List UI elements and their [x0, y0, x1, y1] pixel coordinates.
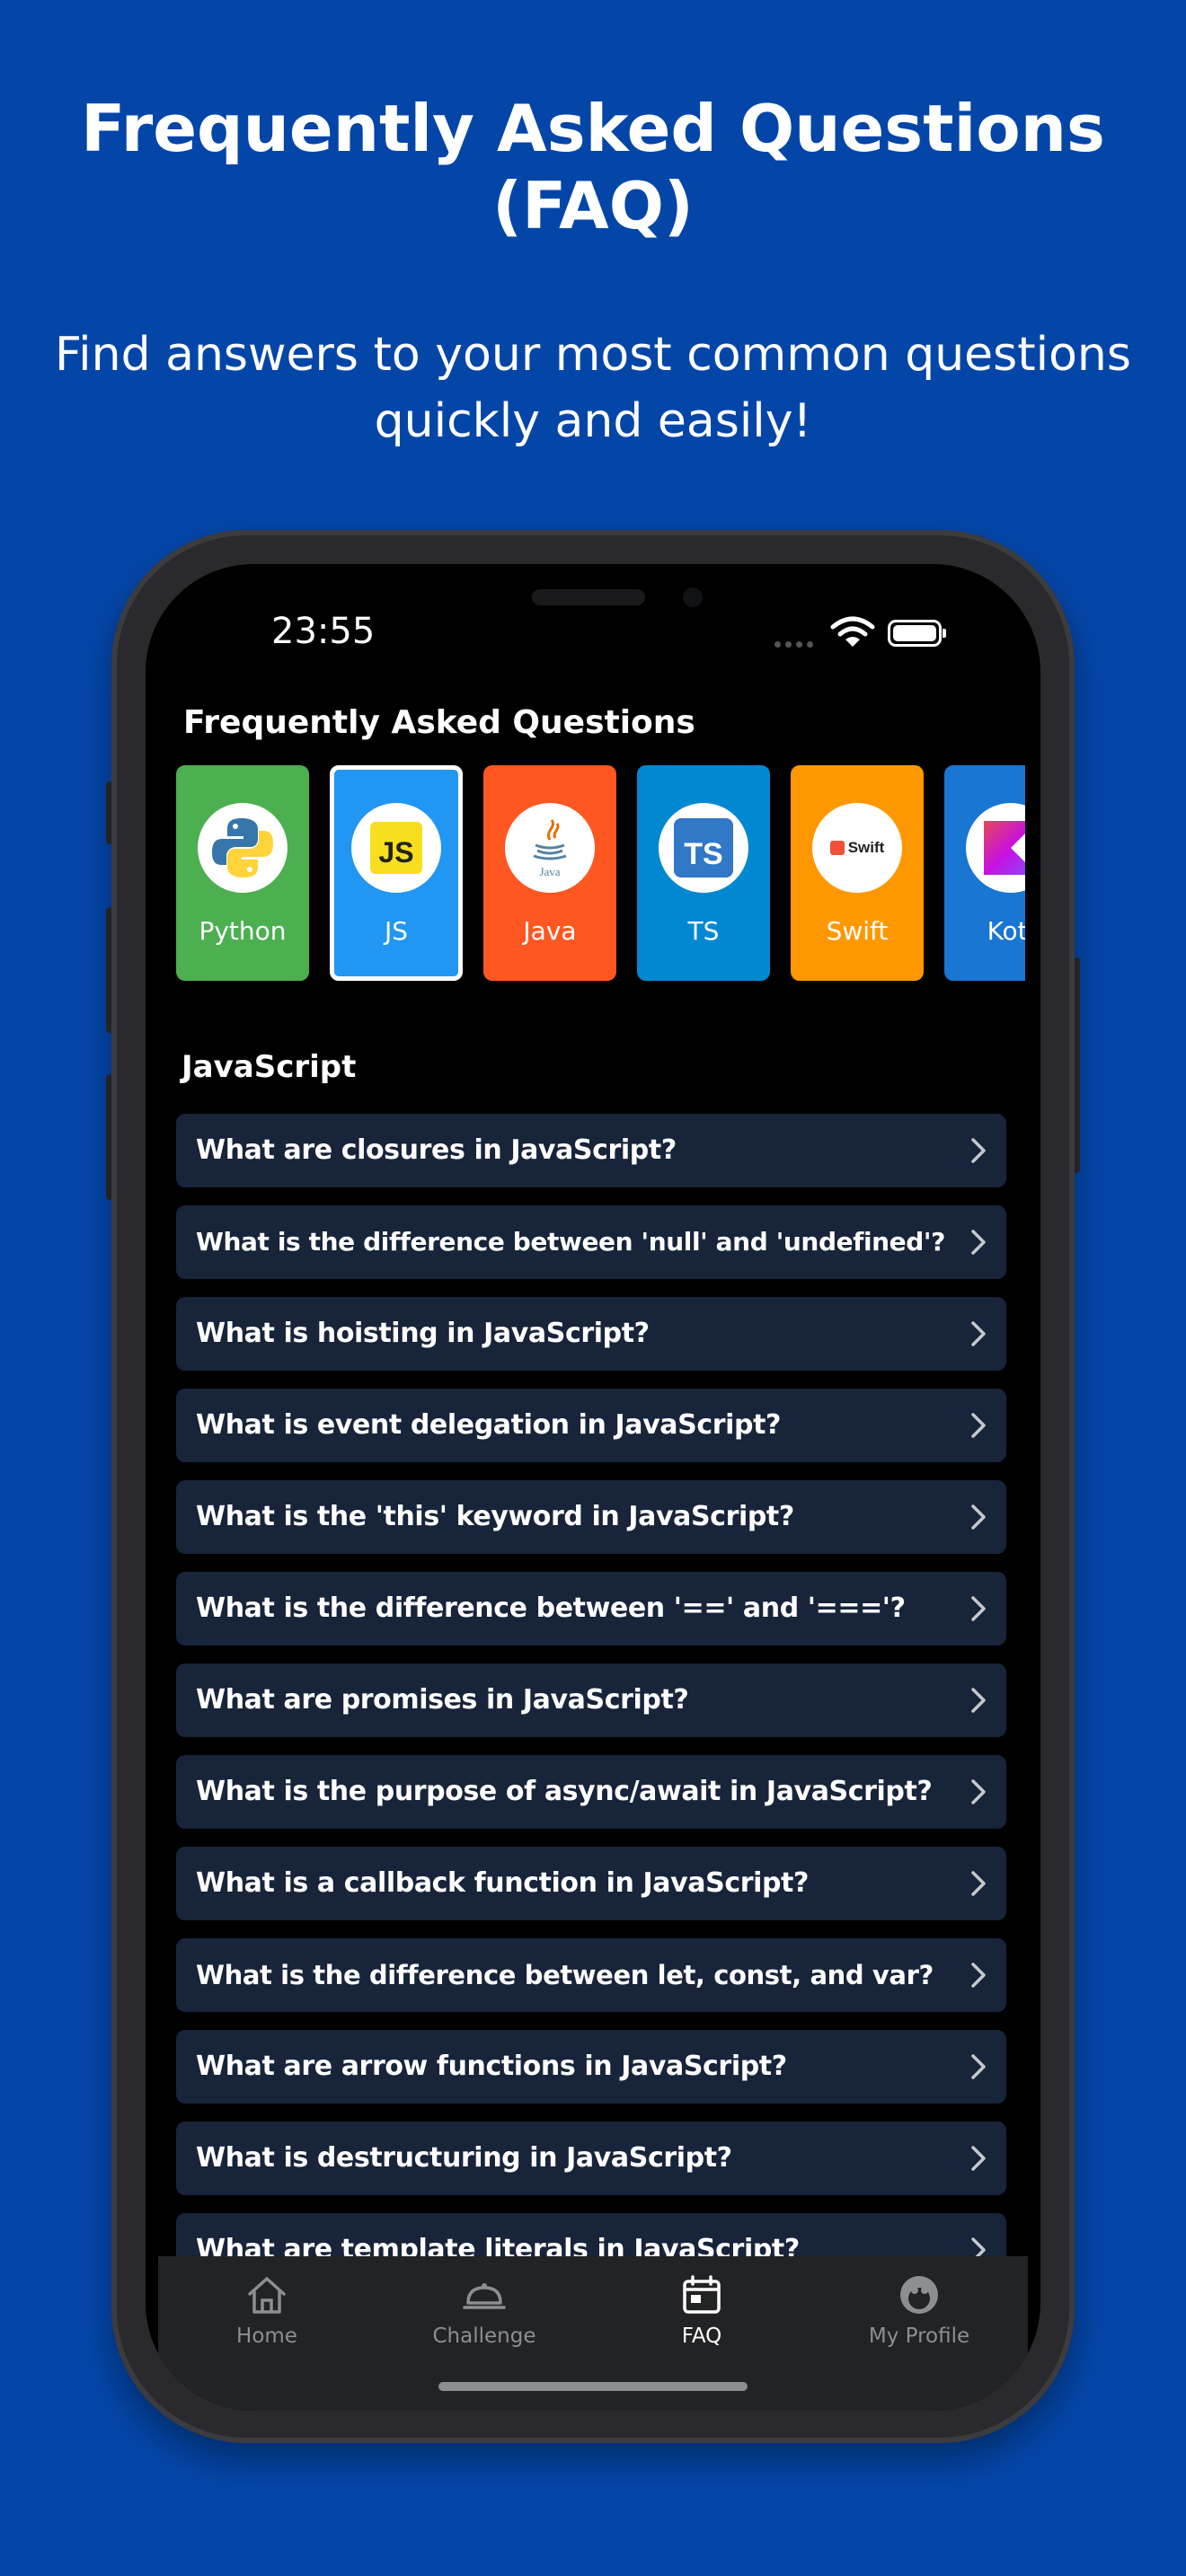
faq-item[interactable]: What is destructuring in JavaScript?	[176, 2122, 1006, 2195]
category-card-java[interactable]: Java Java	[483, 765, 616, 981]
section-title: JavaScript	[181, 1049, 357, 1085]
front-camera	[683, 587, 703, 607]
speaker-grille	[532, 589, 645, 605]
chevron-right-icon	[971, 1230, 986, 1255]
faq-item[interactable]: What is the difference between 'null' an…	[176, 1205, 1006, 1279]
faq-question: What is a callback function in JavaScrip…	[196, 1867, 810, 1899]
chevron-right-icon	[971, 1688, 986, 1713]
faq-item[interactable]: What are promises in JavaScript?	[176, 1663, 1006, 1737]
svg-text:Java: Java	[539, 865, 560, 878]
category-carousel[interactable]: Python JS JS Java Java TS TS Swift Swift…	[176, 765, 1025, 986]
promo-title: Frequently Asked Questions (FAQ)	[81, 91, 1105, 243]
tab-label: My Profile	[868, 2325, 970, 2348]
faq-question: What is the difference between let, cons…	[196, 1960, 934, 1990]
promo-subtitle: Find answers to your most common questio…	[55, 328, 1131, 448]
faq-question: What is hoisting in JavaScript?	[196, 1318, 650, 1349]
java-logo-icon: Java	[505, 803, 595, 893]
tab-label: Home	[236, 2325, 297, 2348]
screen-title: Frequently Asked Questions	[183, 704, 695, 741]
faq-item[interactable]: What is the 'this' keyword in JavaScript…	[176, 1480, 1006, 1554]
home-icon	[248, 2277, 286, 2314]
faq-question: What is the purpose of async/await in Ja…	[196, 1776, 933, 1807]
faq-question: What is the difference between '==' and …	[196, 1592, 906, 1624]
chevron-right-icon	[971, 1871, 986, 1896]
chevron-right-icon	[971, 1413, 986, 1438]
category-label: Kotl	[987, 916, 1025, 946]
faq-item[interactable]: What is the difference between '==' and …	[176, 1572, 1006, 1645]
category-card-js[interactable]: JS JS	[330, 765, 463, 981]
chevron-right-icon	[971, 2054, 986, 2079]
chevron-right-icon	[971, 1138, 986, 1163]
faq-item[interactable]: What is a callback function in JavaScrip…	[176, 1847, 1006, 1920]
faq-question: What is the difference between 'null' an…	[196, 1227, 945, 1257]
cloche-icon	[463, 2283, 506, 2309]
faq-item[interactable]: What are arrow functions in JavaScript?	[176, 2030, 1006, 2104]
category-label: TS	[687, 916, 720, 946]
faq-item[interactable]: What is the purpose of async/await in Ja…	[176, 1755, 1006, 1829]
python-logo-icon	[198, 803, 288, 893]
swift-logo-icon: Swift	[812, 803, 902, 893]
typescript-logo-icon: TS	[659, 803, 748, 893]
faq-list[interactable]: What are closures in JavaScript? What is …	[176, 1114, 1006, 2263]
category-label: Swift	[826, 916, 889, 946]
faq-item[interactable]: What is hoisting in JavaScript?	[176, 1297, 1006, 1371]
chevron-right-icon	[971, 2146, 986, 2171]
faq-question: What are arrow functions in JavaScript?	[196, 2051, 787, 2082]
tab-faq[interactable]: FAQ	[593, 2256, 810, 2364]
chevron-right-icon	[971, 1963, 986, 1988]
faq-question: What are closures in JavaScript?	[196, 1134, 677, 1166]
home-indicator[interactable]	[438, 2382, 748, 2391]
chevron-right-icon	[971, 1504, 986, 1530]
phone-screen: 23:55 Frequently Asked Questions Python …	[146, 564, 1040, 2411]
faq-item[interactable]: What is the difference between let, cons…	[176, 1938, 1006, 2012]
faq-item[interactable]: What is event delegation in JavaScript?	[176, 1389, 1006, 1462]
status-time: 23:55	[271, 611, 376, 652]
chevron-right-icon	[971, 1779, 986, 1804]
faq-question: What are promises in JavaScript?	[196, 1684, 689, 1716]
tab-label: FAQ	[681, 2325, 722, 2348]
chevron-right-icon	[971, 1596, 986, 1621]
category-label: JS	[384, 916, 409, 946]
faq-question: What is event delegation in JavaScript?	[196, 1409, 782, 1441]
category-card-swift[interactable]: Swift Swift	[791, 765, 924, 981]
category-label: Java	[523, 916, 577, 946]
category-card-ts[interactable]: TS TS	[637, 765, 770, 981]
faq-question: What is destructuring in JavaScript?	[196, 2142, 732, 2174]
category-label: Python	[199, 916, 287, 946]
tab-challenge[interactable]: Challenge	[376, 2256, 593, 2364]
faq-question: What is the 'this' keyword in JavaScript…	[196, 1501, 794, 1532]
calendar-icon	[683, 2275, 721, 2314]
chevron-right-icon	[971, 1321, 986, 1346]
cellular-signal-icon	[774, 636, 825, 648]
wifi-icon	[830, 616, 875, 647]
battery-icon	[888, 620, 946, 647]
category-card-kotlin[interactable]: Kotl	[944, 765, 1025, 981]
faq-item[interactable]: What are closures in JavaScript?	[176, 1114, 1006, 1187]
profile-icon	[900, 2276, 938, 2314]
tab-home[interactable]: Home	[158, 2256, 376, 2364]
category-card-python[interactable]: Python	[176, 765, 309, 981]
javascript-logo-icon: JS	[351, 803, 441, 893]
kotlin-logo-icon	[966, 803, 1025, 893]
tab-label: Challenge	[432, 2325, 536, 2348]
tab-my-profile[interactable]: My Profile	[810, 2256, 1028, 2364]
